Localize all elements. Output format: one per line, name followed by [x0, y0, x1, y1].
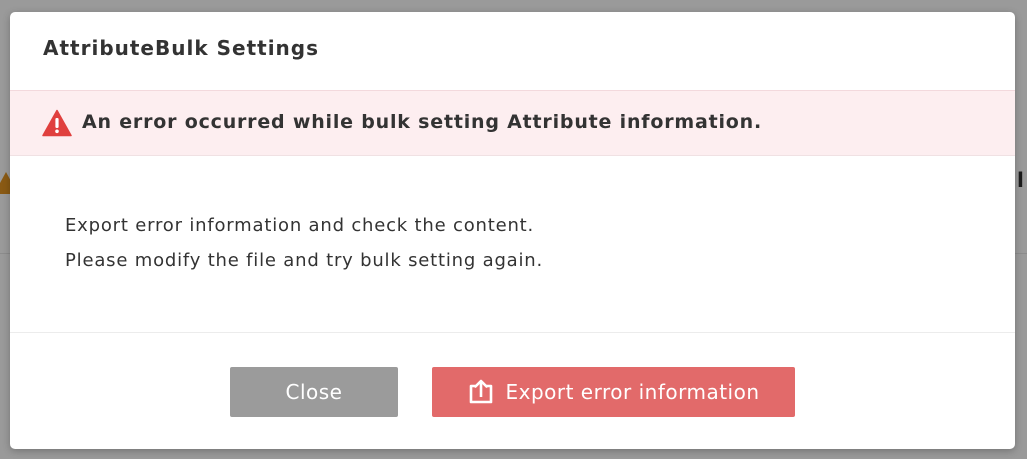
error-message: An error occurred while bulk setting Att… — [82, 111, 762, 133]
close-button-label: Close — [285, 380, 343, 404]
error-banner: An error occurred while bulk setting Att… — [10, 90, 1015, 156]
background-partial-text: l — [1017, 168, 1024, 192]
dialog-header: AttributeBulk Settings — [10, 12, 1015, 90]
close-button[interactable]: Close — [230, 367, 398, 417]
export-button-label: Export error information — [505, 380, 760, 404]
error-dialog: AttributeBulk Settings An error occurred… — [10, 12, 1015, 449]
export-upload-icon — [470, 379, 493, 404]
body-text-line: Export error information and check the c… — [65, 215, 535, 236]
dialog-title: AttributeBulk Settings — [43, 36, 320, 60]
dialog-footer: Close Export error information — [10, 333, 1015, 449]
warning-triangle-icon — [42, 109, 72, 137]
export-error-information-button[interactable]: Export error information — [432, 367, 795, 417]
dialog-body: Export error information and check the c… — [10, 155, 1015, 332]
body-text-line: Please modify the file and try bulk sett… — [65, 250, 544, 271]
